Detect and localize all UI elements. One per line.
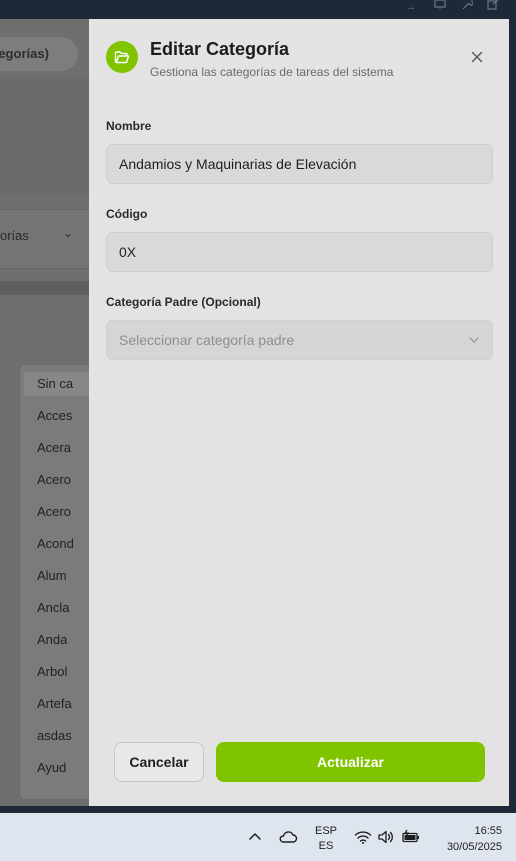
list-item: Acera: [37, 440, 71, 455]
codigo-field[interactable]: 0X: [106, 232, 493, 272]
language-indicator[interactable]: ESP ES: [313, 824, 339, 854]
nombre-field[interactable]: Andamios y Maquinarias de Elevación: [106, 144, 493, 184]
taskbar-separator: [0, 806, 516, 813]
wrench-icon[interactable]: [460, 0, 474, 14]
categoria-padre-label: Categoría Padre (Opcional): [106, 295, 261, 309]
categoria-padre-placeholder: Seleccionar categoría padre: [119, 332, 295, 348]
external-link-icon[interactable]: [486, 0, 500, 14]
clock[interactable]: 16:55 30/05/2025: [430, 823, 502, 855]
list-item: Sin ca: [24, 372, 89, 396]
keyboard-layout: ES: [318, 840, 334, 852]
list-item: Ayud: [37, 760, 67, 775]
list-item: Alum: [37, 568, 67, 583]
nombre-label: Nombre: [106, 119, 152, 133]
update-button[interactable]: Actualizar: [216, 742, 485, 782]
list-item: Ancla: [37, 600, 70, 615]
list-item: asdas: [37, 728, 72, 743]
codigo-label: Código: [106, 207, 148, 221]
background-card: [0, 77, 89, 195]
cloud-icon[interactable]: [278, 829, 298, 845]
window-right-edge: [509, 19, 516, 806]
list-item: Anda: [37, 632, 68, 647]
background-select-text: orías: [0, 228, 29, 243]
chevron-up-icon[interactable]: [247, 829, 263, 845]
list-item: Acces: [37, 408, 73, 423]
edit-category-drawer: Editar Categoría Gestiona las categorías…: [89, 19, 509, 806]
wifi-icon[interactable]: [354, 829, 372, 845]
taskbar: ESP ES 16:55 30/05/2025: [0, 813, 516, 861]
clock-date: 30/05/2025: [446, 841, 502, 853]
chevron-down-icon: ⌄: [63, 226, 74, 240]
arrow-icon[interactable]: →: [404, 0, 418, 14]
volume-icon[interactable]: [377, 829, 395, 845]
background-select: orías ⌄: [0, 209, 89, 269]
list-item: Acond: [37, 536, 74, 551]
categoria-padre-select[interactable]: Seleccionar categoría padre: [106, 320, 493, 360]
language-code: ESP: [314, 825, 337, 837]
list-item: Arbol: [37, 664, 68, 679]
close-icon: [471, 51, 483, 63]
chevron-down-icon: [469, 337, 479, 343]
list-item: Acero: [37, 472, 71, 487]
window-top-strip: →: [0, 0, 516, 19]
folder-open-icon: [106, 41, 138, 73]
list-item: Acero: [37, 504, 71, 519]
drawer-subtitle: Gestiona las categorías de tareas del si…: [150, 65, 394, 79]
background-band: [0, 281, 89, 295]
close-button[interactable]: [467, 47, 487, 67]
background-app-overlay: tegorías) orías ⌄ Sin ca Acces Acera Ace…: [0, 19, 89, 806]
list-item: Artefa: [37, 696, 72, 711]
drawer-title: Editar Categoría: [150, 39, 290, 59]
background-tab: tegorías): [0, 37, 78, 71]
monitor-icon[interactable]: [433, 0, 447, 14]
battery-charging-icon[interactable]: [401, 829, 421, 845]
clock-time: 16:55: [474, 825, 502, 837]
cancel-button[interactable]: Cancelar: [114, 742, 204, 782]
